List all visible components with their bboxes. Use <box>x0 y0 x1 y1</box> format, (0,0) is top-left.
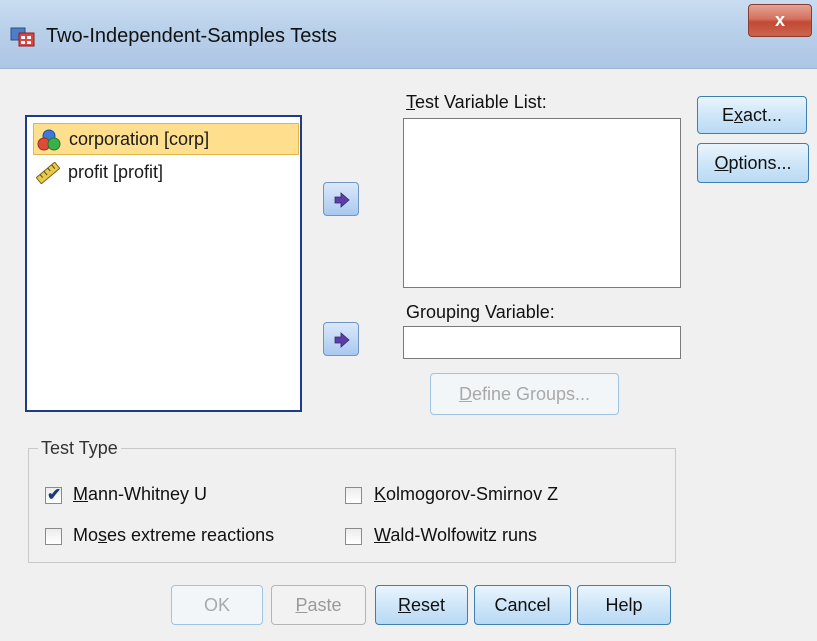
button-label: act... <box>743 105 783 125</box>
ok-button[interactable]: OK <box>171 585 263 625</box>
kolmogorov-smirnov-label[interactable]: Kolmogorov-Smirnov Z <box>374 484 558 505</box>
mnemonic: P <box>295 595 308 615</box>
nominal-variable-icon <box>37 129 61 151</box>
checkmark-icon: ✔ <box>47 485 62 504</box>
button-label: ptions... <box>728 153 792 173</box>
mnemonic: O <box>714 153 729 173</box>
cancel-button[interactable]: Cancel <box>474 585 571 625</box>
window-title: Two-Independent-Samples Tests <box>46 25 337 47</box>
define-groups-button[interactable]: Define Groups... <box>430 373 619 415</box>
mann-whitney-checkbox[interactable]: ✔ <box>45 485 62 504</box>
moses-extreme-label[interactable]: Moses extreme reactions <box>73 525 274 546</box>
test-type-title: Test Type <box>38 438 121 459</box>
mnemonic: x <box>734 105 743 125</box>
options-button[interactable]: Options... <box>697 143 809 183</box>
wald-wolfowitz-checkbox[interactable] <box>345 528 362 545</box>
list-item-label: corporation [corp] <box>69 129 210 149</box>
label-text: ald-Wolfowitz runs <box>390 525 538 545</box>
move-to-test-list-button[interactable] <box>323 182 359 216</box>
mnemonic: s <box>98 525 108 545</box>
mnemonic: W <box>374 525 391 545</box>
moses-extreme-checkbox[interactable] <box>45 528 62 545</box>
exact-button[interactable]: Exact... <box>697 96 807 134</box>
grouping-variable-field[interactable] <box>403 326 681 359</box>
kolmogorov-smirnov-checkbox[interactable] <box>345 487 362 504</box>
move-to-grouping-button[interactable] <box>323 322 359 356</box>
title-bar: Two-Independent-Samples Tests x <box>0 0 817 69</box>
list-item-corporation[interactable]: corporation [corp] <box>33 123 299 155</box>
button-label: aste <box>307 595 342 615</box>
mnemonic: M <box>73 484 88 504</box>
mnemonic: K <box>374 484 387 504</box>
label-text: est Variable List: <box>415 92 547 112</box>
right-arrow-icon <box>334 192 350 208</box>
app-icon <box>10 27 35 47</box>
scale-ruler-icon <box>36 162 60 184</box>
label-text: es extreme reactions <box>107 525 275 545</box>
list-item-profit[interactable]: profit [profit] <box>33 157 299 189</box>
reset-button[interactable]: Reset <box>375 585 468 625</box>
button-label: efine Groups... <box>471 384 591 404</box>
grouping-variable-label: Grouping Variable: <box>406 302 555 322</box>
mnemonic: D <box>458 384 472 404</box>
help-button[interactable]: Help <box>577 585 671 625</box>
mnemonic: R <box>397 595 411 615</box>
wald-wolfowitz-label[interactable]: Wald-Wolfowitz runs <box>374 525 537 546</box>
button-label: eset <box>410 595 446 615</box>
label-text: olmogorov-Smirnov Z <box>386 484 559 504</box>
label-text: ann-Whitney U <box>88 484 208 504</box>
close-icon: x <box>774 10 785 30</box>
button-label: E <box>721 105 734 125</box>
test-variable-list-label: Test Variable List: <box>406 92 547 113</box>
right-arrow-icon <box>334 332 350 348</box>
label-text: Mo <box>73 525 99 545</box>
test-variable-list[interactable] <box>403 118 681 288</box>
paste-button[interactable]: Paste <box>271 585 366 625</box>
close-button[interactable]: x <box>748 4 812 37</box>
mnemonic: T <box>406 92 415 112</box>
mann-whitney-label[interactable]: Mann-Whitney U <box>73 484 207 505</box>
list-item-label: profit [profit] <box>68 162 164 182</box>
source-variable-list[interactable]: corporation [corp] profit [profit] <box>25 115 302 412</box>
